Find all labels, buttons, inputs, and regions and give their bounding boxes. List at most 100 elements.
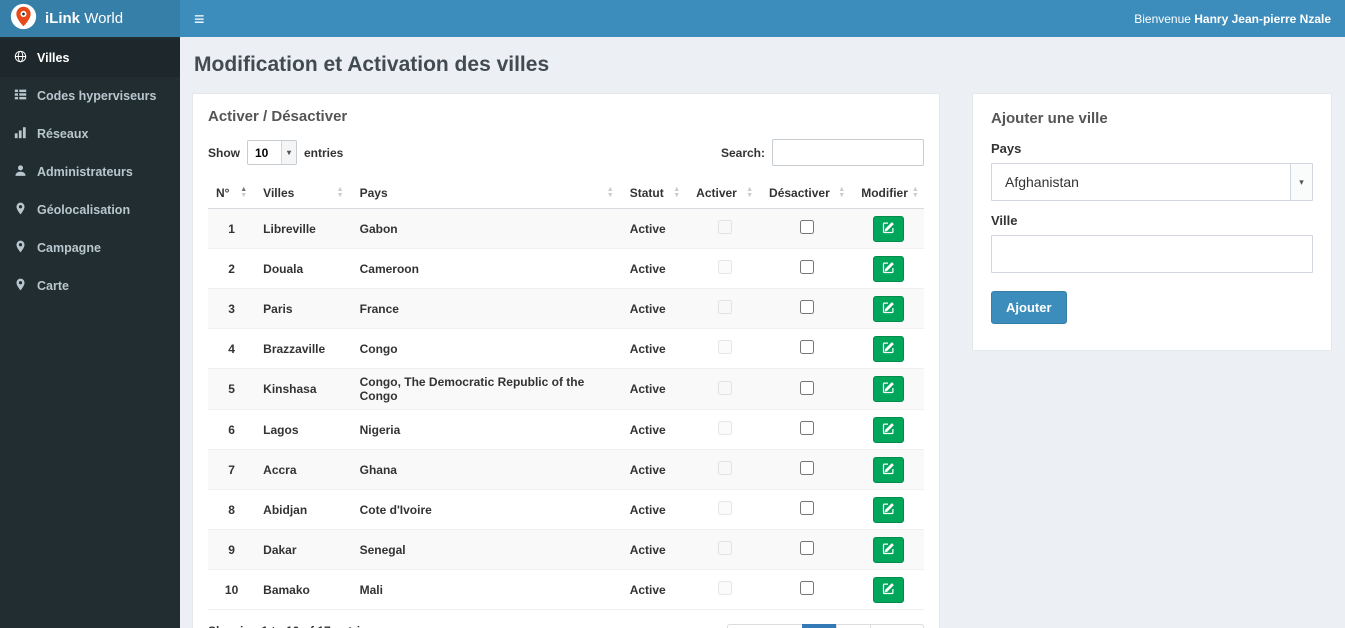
desactiver-checkbox[interactable]	[800, 260, 815, 274]
row-number: 4	[208, 328, 256, 369]
edit-button[interactable]	[873, 376, 905, 402]
desactiver-checkbox[interactable]	[800, 501, 815, 515]
edit-button[interactable]	[873, 215, 905, 242]
pagination: Previous 1 2 Next	[726, 624, 924, 628]
edit-button[interactable]	[873, 295, 905, 322]
sidebar-item-administrateurs[interactable]: Administrateurs	[0, 153, 180, 191]
row-statut: Active	[621, 489, 689, 530]
column-header-desactiver[interactable]: Désactiver ▲ ▼	[761, 178, 854, 209]
edit-button[interactable]	[873, 416, 905, 443]
row-number: 9	[208, 529, 256, 570]
app-window: iLink World Villes Codes hyperviseurs Ré…	[0, 0, 1345, 628]
desactiver-checkbox[interactable]	[800, 421, 815, 435]
ville-input[interactable]	[991, 235, 1313, 273]
row-ville: Kinshasa	[255, 368, 352, 410]
edit-button[interactable]	[873, 576, 905, 603]
sidebar-item-label: Codes hyperviseurs	[37, 89, 157, 103]
row-statut: Active	[621, 449, 689, 490]
add-card-title: Ajouter une ville	[991, 110, 1108, 127]
sort-icon: ▲ ▼	[911, 186, 919, 199]
row-pays: Gabon	[351, 208, 622, 249]
activer-checkbox[interactable]	[717, 581, 732, 595]
row-ville: Accra	[255, 449, 352, 490]
page-length-select[interactable]: 10	[247, 140, 297, 165]
activer-checkbox[interactable]	[717, 340, 732, 354]
edit-button[interactable]	[873, 255, 905, 282]
activer-checkbox[interactable]	[717, 461, 732, 475]
row-pays: France	[351, 288, 622, 329]
row-number: 1	[208, 208, 256, 249]
column-header-pays[interactable]: Pays ▲ ▼	[351, 178, 622, 209]
activer-checkbox[interactable]	[717, 421, 732, 435]
pays-select[interactable]: Afghanistan	[991, 163, 1313, 201]
desactiver-checkbox[interactable]	[800, 300, 815, 314]
desactiver-checkbox[interactable]	[800, 461, 815, 475]
search-label: Search:	[720, 145, 765, 160]
pagination-next[interactable]: Next	[870, 624, 924, 628]
pagination-previous[interactable]: Previous	[726, 624, 804, 628]
sidebar-item-villes[interactable]: Villes	[0, 39, 180, 77]
show-label: Show	[208, 145, 240, 160]
edit-button[interactable]	[873, 536, 905, 563]
desactiver-checkbox[interactable]	[800, 220, 815, 234]
brand-title: iLink World	[45, 10, 124, 27]
logo-area[interactable]: iLink World	[0, 0, 180, 37]
sidebar-item-codes-hyperviseurs[interactable]: Codes hyperviseurs	[0, 77, 180, 115]
table-row: 10 Bamako Mali Active	[208, 569, 924, 610]
row-pays: Congo	[351, 328, 622, 369]
table-row: 8 Abidjan Cote d'Ivoire Active	[208, 489, 924, 530]
column-header-statut[interactable]: Statut ▲ ▼	[621, 178, 689, 209]
ville-label: Ville	[991, 213, 1018, 228]
activer-checkbox[interactable]	[717, 220, 732, 234]
sidebar-item-campagne[interactable]: Campagne	[0, 229, 180, 267]
desactiver-checkbox[interactable]	[800, 340, 815, 354]
row-pays: Ghana	[351, 449, 622, 490]
activer-checkbox[interactable]	[717, 501, 732, 515]
globe-icon	[14, 50, 27, 66]
table-row: 5 Kinshasa Congo, The Democratic Republi…	[208, 368, 924, 410]
user-name: Hanry Jean-pierre Nzale	[1194, 11, 1331, 26]
row-number: 6	[208, 409, 256, 450]
edit-pencil-icon	[882, 381, 895, 397]
edit-button[interactable]	[873, 496, 905, 523]
page-length-control: Show 10 ▾ entries	[208, 140, 343, 165]
pagination-page-1[interactable]: 1	[802, 624, 838, 628]
sort-icon: ▲ ▼	[336, 186, 344, 199]
row-pays: Nigeria	[351, 409, 622, 450]
ajouter-button[interactable]: Ajouter	[991, 291, 1067, 324]
row-statut: Active	[621, 409, 689, 450]
sidebar-item-carte[interactable]: Carte	[0, 267, 180, 305]
sidebar-item-reseaux[interactable]: Réseaux	[0, 115, 180, 153]
sidebar-item-label: Administrateurs	[37, 165, 133, 179]
sidebar-item-geolocalisation[interactable]: Géolocalisation	[0, 191, 180, 229]
activer-checkbox[interactable]	[717, 260, 732, 274]
page-content: Modification et Activation des villes Ac…	[180, 37, 1345, 628]
row-ville: Douala	[255, 248, 352, 289]
desactiver-checkbox[interactable]	[800, 581, 815, 595]
search-input[interactable]	[772, 139, 924, 166]
column-header-activer[interactable]: Activer ▲ ▼	[688, 178, 762, 209]
desactiver-checkbox[interactable]	[800, 380, 815, 395]
edit-button[interactable]	[873, 456, 905, 483]
page-title: Modification et Activation des villes	[194, 53, 550, 76]
column-header-modifier[interactable]: Modifier ▲ ▼	[853, 178, 924, 209]
row-pays: Mali	[351, 569, 622, 610]
sidebar-item-label: Carte	[37, 279, 69, 293]
cities-table: N° ▲ ▼ Villes ▲ ▼ Pays ▲ ▼ Statut ▲ ▼ Ac…	[208, 178, 924, 610]
pagination-page-2[interactable]: 2	[836, 624, 872, 628]
column-header-villes[interactable]: Villes ▲ ▼	[255, 178, 352, 209]
desactiver-checkbox[interactable]	[800, 541, 815, 555]
row-statut: Active	[621, 368, 689, 410]
column-header-num[interactable]: N° ▲ ▼	[208, 178, 256, 209]
main-area: ≡ Bienvenue Hanry Jean-pierre Nzale Modi…	[180, 0, 1345, 628]
edit-pencil-icon	[882, 301, 895, 317]
bar-chart-icon	[14, 126, 27, 142]
activer-checkbox[interactable]	[717, 380, 732, 395]
map-marker-icon	[14, 278, 27, 294]
activer-checkbox[interactable]	[717, 300, 732, 314]
edit-button[interactable]	[873, 335, 905, 362]
activer-checkbox[interactable]	[717, 541, 732, 555]
edit-pencil-icon	[882, 502, 895, 518]
row-pays: Senegal	[351, 529, 622, 570]
sidebar-toggle-icon[interactable]: ≡	[194, 10, 205, 28]
